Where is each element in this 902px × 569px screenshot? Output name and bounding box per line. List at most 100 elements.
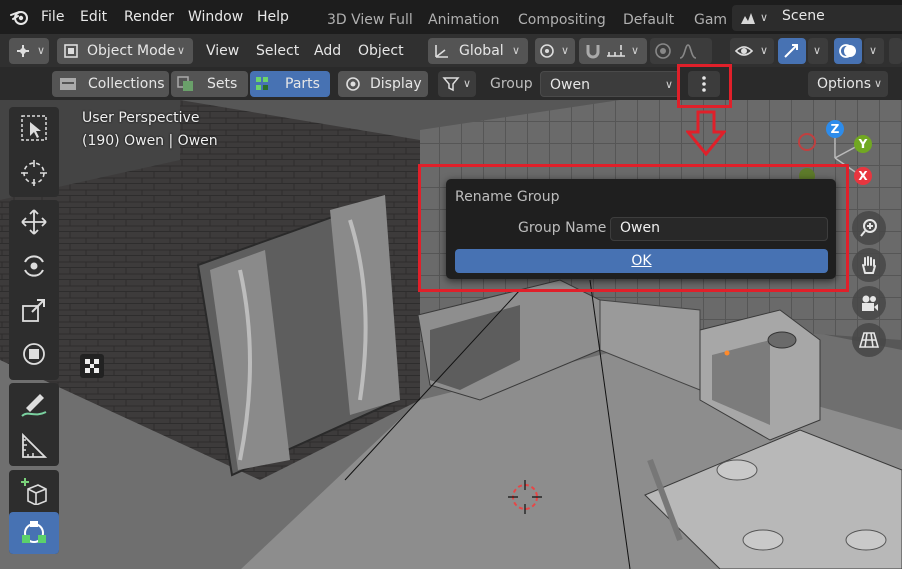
- scene-icon: [741, 13, 755, 24]
- chevron-down-icon: ∨: [760, 11, 769, 24]
- measure-tool[interactable]: [9, 425, 59, 467]
- options-button[interactable]: Options ∨: [808, 71, 888, 97]
- cursor-icon: [21, 160, 47, 186]
- add-cube-icon: [21, 478, 47, 505]
- menu-render[interactable]: Render: [124, 0, 174, 34]
- overlays-toggle-button[interactable]: [834, 38, 862, 64]
- chevron-down-icon: ∨: [177, 44, 186, 57]
- global-axes-icon: [435, 45, 448, 58]
- blender-logo-icon[interactable]: [10, 8, 30, 26]
- tab-collections[interactable]: Collections: [52, 71, 169, 97]
- workspace-tab-3d-view-full[interactable]: 3D View Full: [327, 0, 413, 34]
- workspace-tab-animation[interactable]: Animation: [428, 0, 499, 34]
- tab-parts-label: Parts: [285, 76, 320, 92]
- axis-y-handle[interactable]: Y: [854, 135, 872, 153]
- transform-tool[interactable]: [9, 333, 59, 375]
- display-icon: [346, 77, 360, 91]
- display-label: Display: [370, 76, 422, 92]
- add-cube-tool[interactable]: [9, 470, 59, 512]
- overlays-icon: [839, 44, 856, 58]
- mode-label: Object Mode: [87, 43, 176, 59]
- tab-collections-label: Collections: [88, 76, 165, 92]
- axis-x-handle[interactable]: X: [854, 167, 872, 185]
- axis-z-handle[interactable]: Z: [826, 120, 844, 138]
- chevron-down-icon: ∨: [37, 44, 46, 57]
- active-tool-icon: [22, 521, 46, 543]
- overlays-menu-button[interactable]: ∨: [864, 38, 884, 64]
- parts-icon: [256, 77, 268, 90]
- proportional-editing-button[interactable]: [650, 38, 712, 64]
- chevron-down-icon: ∨: [463, 77, 472, 90]
- proportional-edit-icon: [655, 43, 671, 59]
- select-box-tool[interactable]: [9, 107, 59, 149]
- move-tool[interactable]: [9, 201, 59, 243]
- zoom-button[interactable]: [852, 211, 886, 245]
- group-label: Group: [490, 76, 533, 92]
- zoom-icon: [860, 219, 877, 237]
- scene-name[interactable]: Scene: [782, 8, 825, 24]
- perspective-toggle-button[interactable]: [852, 323, 886, 357]
- active-tool[interactable]: [9, 512, 59, 554]
- pivot-point-button[interactable]: ∨: [535, 38, 575, 64]
- annotate-tool[interactable]: [9, 383, 59, 425]
- workspace-tab-game[interactable]: Gam: [694, 0, 727, 34]
- highlight-menu-button: [677, 64, 732, 108]
- visibility-button[interactable]: ∨: [730, 38, 774, 64]
- filter-icon: [442, 77, 460, 92]
- tab-sets-label: Sets: [207, 76, 238, 92]
- checker-icon: [80, 354, 104, 378]
- plugin-header: Collections Sets Parts Display ∨ Group O…: [0, 67, 902, 100]
- menu-edit[interactable]: Edit: [80, 0, 107, 34]
- highlight-dialog: [418, 164, 849, 292]
- chevron-down-icon: ∨: [760, 44, 769, 57]
- scale-tool[interactable]: [9, 289, 59, 331]
- tab-sets[interactable]: Sets: [171, 71, 248, 97]
- display-button[interactable]: Display: [338, 71, 428, 97]
- chevron-down-icon: ∨: [874, 77, 883, 90]
- menu-view[interactable]: View: [206, 38, 239, 64]
- pivot-icon: [540, 44, 554, 58]
- editor-type-button[interactable]: ∨: [9, 38, 49, 64]
- camera-icon: [862, 295, 878, 311]
- rotate-tool[interactable]: [9, 245, 59, 287]
- pan-button[interactable]: [852, 248, 886, 282]
- menu-add[interactable]: Add: [314, 38, 341, 64]
- scene-selector[interactable]: ∨ Scene: [732, 5, 902, 31]
- menu-object[interactable]: Object: [358, 38, 404, 64]
- view-name: User Perspective: [82, 110, 200, 126]
- mode-selector[interactable]: Object Mode ∨: [57, 38, 193, 64]
- menu-file[interactable]: File: [41, 0, 64, 34]
- cursor-tool[interactable]: [9, 152, 59, 194]
- grid-pattern-tool[interactable]: [80, 352, 106, 382]
- menu-help[interactable]: Help: [257, 0, 289, 34]
- workspace-tab-compositing[interactable]: Compositing: [518, 0, 606, 34]
- options-label: Options: [817, 76, 872, 92]
- menu-select[interactable]: Select: [256, 38, 299, 64]
- filter-button[interactable]: ∨: [438, 71, 476, 97]
- top-bar: File Edit Render Window Help 3D View Ful…: [0, 0, 902, 34]
- menu-window[interactable]: Window: [188, 0, 243, 34]
- ruler-icon: [22, 432, 48, 458]
- rotate-icon: [24, 255, 44, 277]
- gizmo-toggle-button[interactable]: [778, 38, 806, 64]
- transform-orientation-selector[interactable]: Global ∨: [428, 38, 528, 64]
- transform-orientation-label: Global: [459, 43, 504, 59]
- object-mode-icon: [64, 44, 78, 58]
- shading-button[interactable]: [889, 38, 902, 64]
- grid-perspective-icon: [859, 332, 879, 348]
- workspace-tab-default[interactable]: Default: [623, 0, 674, 34]
- viewport-header: ∨ Object Mode ∨ View Select Add Object G…: [0, 34, 902, 67]
- snap-button[interactable]: ∨: [579, 38, 647, 64]
- pencil-icon: [21, 394, 47, 417]
- snap-increment-icon: [607, 45, 625, 57]
- eye-icon: [734, 46, 754, 56]
- group-selector[interactable]: Owen ∨: [540, 71, 680, 97]
- gizmo-menu-button[interactable]: ∨: [808, 38, 828, 64]
- chevron-down-icon: ∨: [813, 44, 822, 57]
- sets-icon: [177, 76, 193, 91]
- tab-parts[interactable]: Parts: [250, 71, 330, 97]
- group-value: Owen: [550, 77, 590, 93]
- camera-view-button[interactable]: [852, 286, 886, 320]
- collections-icon: [60, 78, 76, 90]
- scale-icon: [22, 299, 45, 322]
